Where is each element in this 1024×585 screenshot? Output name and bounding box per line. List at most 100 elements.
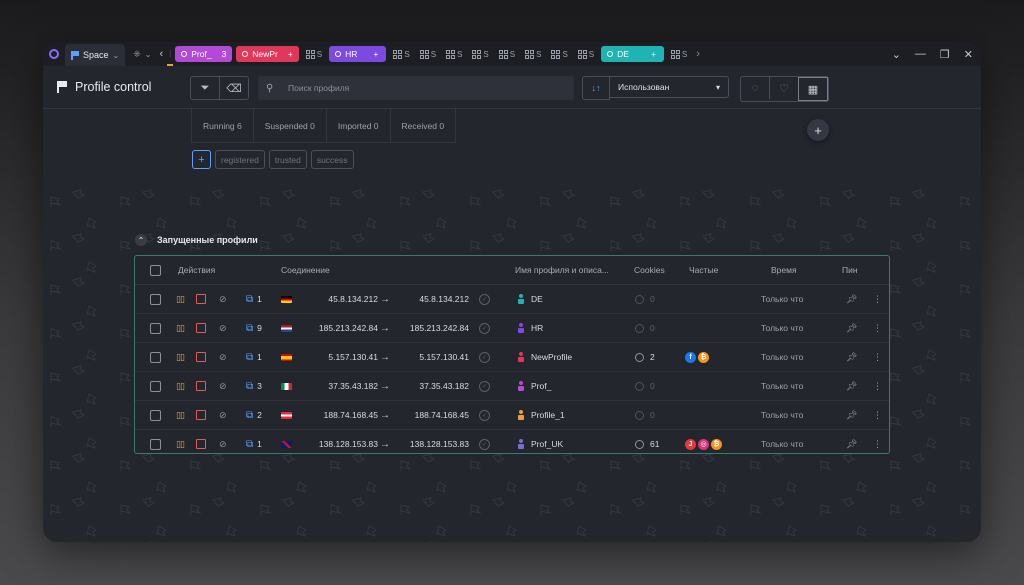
tab-de[interactable]: DE +: [601, 46, 664, 62]
profile-name[interactable]: DE: [531, 294, 543, 304]
eye-off-icon[interactable]: ⊘: [219, 352, 227, 363]
pause-icon[interactable]: ▯▯: [176, 294, 185, 305]
copy-icon[interactable]: ⧉: [246, 352, 253, 363]
tab-suspended[interactable]: Suspended 0: [252, 109, 326, 142]
tab-newprofile[interactable]: NewPr +: [236, 46, 299, 62]
space-selector[interactable]: Space ⌄: [65, 44, 126, 66]
tag-trusted[interactable]: trusted: [268, 150, 307, 169]
pin-icon[interactable]: 📌︎: [846, 410, 857, 421]
profile-name[interactable]: NewProfile: [531, 352, 572, 362]
maximize-icon[interactable]: ❐: [940, 48, 950, 61]
tab-grid[interactable]: S: [573, 42, 599, 66]
profile-name[interactable]: Prof_UK: [531, 439, 563, 449]
tag-success[interactable]: success: [310, 150, 354, 169]
scroll-right-button[interactable]: ›: [692, 42, 704, 66]
tab-add[interactable]: +: [288, 49, 293, 59]
eye-off-icon[interactable]: ⊘: [219, 439, 227, 450]
tab-grid[interactable]: S: [301, 42, 327, 66]
tab-grid[interactable]: S: [520, 42, 546, 66]
scroll-left-button[interactable]: ‹: [155, 42, 167, 66]
table-row[interactable]: ▯▯ ⊘ ⧉ 3 37.35.43.182 → 37.35.43.182 ✓ Prof_ 0 Тол…: [135, 372, 889, 401]
copy-icon[interactable]: ⧉: [246, 439, 253, 450]
row-checkbox[interactable]: [150, 380, 161, 392]
pause-icon[interactable]: ▯▯: [176, 439, 185, 450]
more-options-icon[interactable]: ⋮: [873, 352, 882, 363]
profile-name[interactable]: Profile_1: [531, 410, 565, 420]
calendar-button[interactable]: ▦: [798, 77, 828, 101]
tag-registered[interactable]: registered: [215, 150, 265, 169]
pin-icon[interactable]: 📌︎: [846, 381, 857, 392]
add-profile-button[interactable]: +: [807, 119, 829, 141]
stop-icon[interactable]: [196, 294, 206, 304]
tab-grid[interactable]: S: [546, 42, 572, 66]
pause-icon[interactable]: ▯▯: [176, 323, 185, 334]
java-icon[interactable]: J: [685, 438, 696, 450]
tab-received[interactable]: Received 0: [389, 109, 457, 142]
table-row[interactable]: ▯▯ ⊘ ⧉ 9 185.213.242.84 → 185.213.242.84 ✓ HR 0 То…: [135, 314, 889, 343]
more-options-icon[interactable]: ⋮: [873, 294, 882, 305]
bitcoin-icon[interactable]: ₿: [698, 351, 709, 363]
profile-name[interactable]: HR: [531, 323, 543, 333]
copy-icon[interactable]: ⧉: [246, 381, 253, 392]
collapse-button[interactable]: ⌃: [135, 234, 147, 246]
favorite-button[interactable]: ♡: [769, 77, 798, 99]
row-checkbox[interactable]: [150, 293, 161, 305]
pin-icon[interactable]: 📌︎: [846, 294, 857, 305]
tab-hr[interactable]: HR +: [329, 46, 387, 62]
tab-placeholder[interactable]: |: [167, 42, 174, 66]
tab-grid[interactable]: S: [467, 42, 493, 66]
facebook-icon[interactable]: f: [685, 351, 696, 363]
row-checkbox[interactable]: [150, 438, 161, 450]
more-options-icon[interactable]: ⋮: [873, 323, 882, 334]
sort-direction-button[interactable]: ↓↑: [582, 76, 610, 100]
more-options-icon[interactable]: ⋮: [873, 439, 882, 450]
row-checkbox[interactable]: [150, 322, 161, 334]
select-all-checkbox[interactable]: [150, 264, 161, 276]
stop-icon[interactable]: [196, 352, 206, 362]
pause-icon[interactable]: ▯▯: [176, 352, 185, 363]
eye-off-icon[interactable]: ⊘: [219, 294, 227, 305]
copy-icon[interactable]: ⧉: [246, 410, 253, 421]
tab-grid[interactable]: S: [441, 42, 467, 66]
tab-running[interactable]: Running 6: [191, 109, 253, 142]
extensions-menu[interactable]: ⁜ ⌄: [125, 42, 155, 66]
sort-select[interactable]: Использован ▾: [609, 76, 729, 98]
copy-icon[interactable]: ⧉: [246, 294, 253, 305]
tab-imported[interactable]: Imported 0: [325, 109, 390, 142]
eye-off-icon[interactable]: ⊘: [219, 410, 227, 421]
table-row[interactable]: ▯▯ ⊘ ⧉ 1 45.8.134.212 → 45.8.134.212 ✓ DE 0 Только…: [135, 285, 889, 314]
tab-grid[interactable]: S: [388, 42, 414, 66]
table-row[interactable]: ▯▯ ⊘ ⧉ 1 5.157.130.41 → 5.157.130.41 ✓ NewProfil…: [135, 343, 889, 372]
pause-icon[interactable]: ▯▯: [176, 410, 185, 421]
stop-icon[interactable]: [196, 410, 206, 420]
row-checkbox[interactable]: [150, 409, 161, 421]
tab-grid[interactable]: S: [494, 42, 520, 66]
clear-filter-button[interactable]: ⌫: [219, 77, 248, 99]
tab-add[interactable]: +: [651, 49, 656, 59]
apple-button[interactable]: ◌: [741, 77, 769, 99]
pin-icon[interactable]: 📌︎: [846, 352, 857, 363]
more-options-icon[interactable]: ⋮: [873, 410, 882, 421]
close-icon[interactable]: ✕: [964, 48, 973, 61]
eye-off-icon[interactable]: ⊘: [219, 323, 227, 334]
pause-icon[interactable]: ▯▯: [176, 381, 185, 392]
search-input[interactable]: [286, 82, 570, 94]
row-checkbox[interactable]: [150, 351, 161, 363]
pin-icon[interactable]: 📌︎: [846, 439, 857, 450]
instagram-icon[interactable]: ◎: [698, 438, 709, 450]
add-tag-button[interactable]: +: [192, 150, 211, 169]
stop-icon[interactable]: [196, 323, 206, 333]
tab-prof[interactable]: Prof_ 3: [175, 46, 233, 62]
stop-icon[interactable]: [196, 381, 206, 391]
chevron-down-icon[interactable]: ⌄: [892, 48, 901, 61]
filter-button[interactable]: ⏷: [191, 77, 219, 99]
table-row[interactable]: ▯▯ ⊘ ⧉ 2 188.74.168.45 → 188.74.168.45 ✓ Profile…: [135, 401, 889, 430]
tab-add[interactable]: +: [373, 49, 378, 59]
stop-icon[interactable]: [196, 439, 206, 449]
bitcoin-icon[interactable]: ₿: [711, 438, 722, 450]
tab-grid[interactable]: S: [666, 42, 692, 66]
tab-grid[interactable]: S: [415, 42, 441, 66]
pin-icon[interactable]: 📌︎: [846, 323, 857, 334]
more-options-icon[interactable]: ⋮: [873, 381, 882, 392]
minimize-icon[interactable]: —: [915, 48, 926, 60]
